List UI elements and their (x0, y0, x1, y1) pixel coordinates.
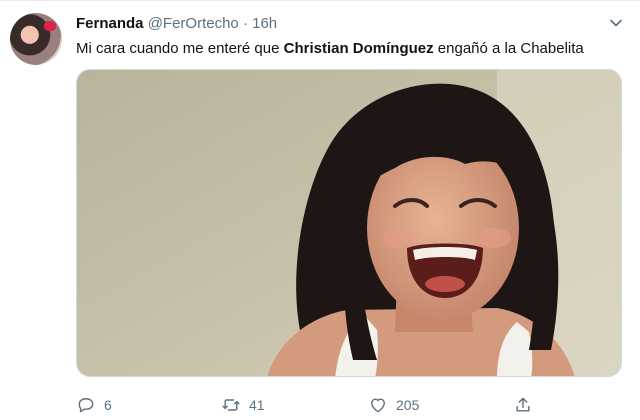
author-handle[interactable]: @FerOrtecho (148, 15, 239, 32)
chevron-down-icon[interactable] (606, 13, 626, 33)
tweet-text-bold: Christian Domínguez (283, 40, 434, 57)
share-button[interactable] (513, 393, 533, 417)
avatar[interactable] (10, 13, 62, 65)
tweet-text-part: Mi cara cuando me enteré que (76, 40, 284, 57)
retweet-button[interactable]: 41 (221, 393, 265, 417)
tweet-text-part: engañó a la Chabelita (433, 40, 584, 57)
tweet-actions: 6 41 205 (76, 393, 622, 417)
tweet-time[interactable]: 16h (252, 15, 277, 32)
like-button[interactable]: 205 (368, 393, 419, 417)
retweet-count: 41 (249, 397, 265, 413)
retweet-icon (222, 399, 240, 411)
reply-count: 6 (104, 397, 112, 413)
share-icon (516, 397, 530, 412)
separator-dot: · (242, 15, 248, 32)
tweet-header: Fernanda @FerOrtecho · 16h (76, 15, 277, 33)
reply-button[interactable]: 6 (76, 393, 112, 417)
author-name[interactable]: Fernanda (76, 15, 144, 32)
heart-icon (371, 398, 385, 413)
reply-icon (78, 398, 94, 413)
tweet-text: Mi cara cuando me enteré que Christian D… (76, 39, 584, 59)
tweet-photo[interactable] (76, 69, 622, 377)
like-count: 205 (396, 397, 420, 413)
tweet-card: Fernanda @FerOrtecho · 16h Mi cara cuand… (0, 0, 640, 420)
